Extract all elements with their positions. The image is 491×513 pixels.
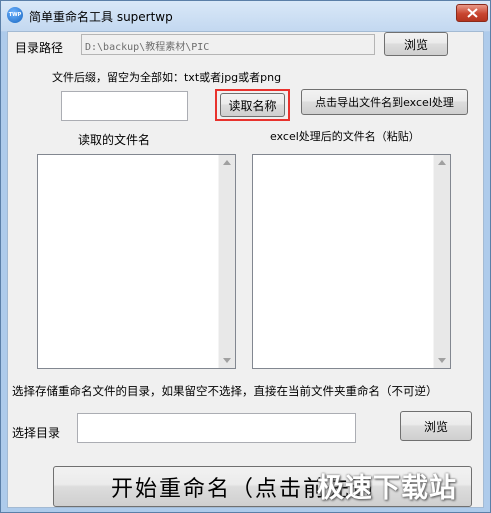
read-list-scrollbar[interactable] [218, 155, 235, 368]
scroll-up-icon[interactable] [438, 160, 446, 165]
scroll-up-icon[interactable] [223, 160, 231, 165]
browse-directory-button[interactable]: 浏览 [384, 32, 448, 56]
directory-path-field[interactable]: D:\backup\教程素材\PIC [81, 34, 375, 55]
excel-list-scrollbar[interactable] [433, 155, 450, 368]
scroll-down-icon[interactable] [223, 358, 231, 363]
suffix-input[interactable] [61, 91, 188, 121]
target-directory-input[interactable] [77, 413, 356, 443]
browse-target-button[interactable]: 浏览 [400, 411, 472, 441]
excel-list-label: excel处理后的文件名（粘贴） [270, 130, 420, 143]
app-window: TWP 简单重命名工具 supertwp 目录路径 D:\backup\教程素材… [0, 0, 491, 513]
excel-filenames-list[interactable] [252, 154, 451, 369]
directory-label: 目录路径 [15, 41, 64, 55]
target-directory-description: 选择存储重命名文件的目录，如果留空不选择，直接在当前文件夹重命名（不可逆） [12, 384, 438, 398]
export-excel-button[interactable]: 点击导出文件名到excel处理 [301, 89, 468, 115]
read-names-button[interactable]: 读取名称 [220, 93, 285, 117]
window-title: 简单重命名工具 supertwp [29, 10, 173, 24]
watermark: 极速下载站 [317, 473, 457, 504]
read-list-label: 读取的文件名 [78, 133, 151, 147]
scroll-down-icon[interactable] [438, 358, 446, 363]
title-bar: TWP 简单重命名工具 supertwp [1, 1, 490, 31]
target-directory-label: 选择目录 [12, 426, 61, 440]
main-panel: 目录路径 D:\backup\教程素材\PIC 浏览 文件后缀，留空为全部如：t… [7, 31, 484, 508]
close-button[interactable] [456, 4, 488, 22]
suffix-hint: 文件后缀，留空为全部如：txt或者jpg或者png [52, 71, 282, 84]
app-logo-icon: TWP [7, 7, 23, 23]
close-icon [467, 8, 478, 18]
read-filenames-list[interactable] [37, 154, 236, 369]
